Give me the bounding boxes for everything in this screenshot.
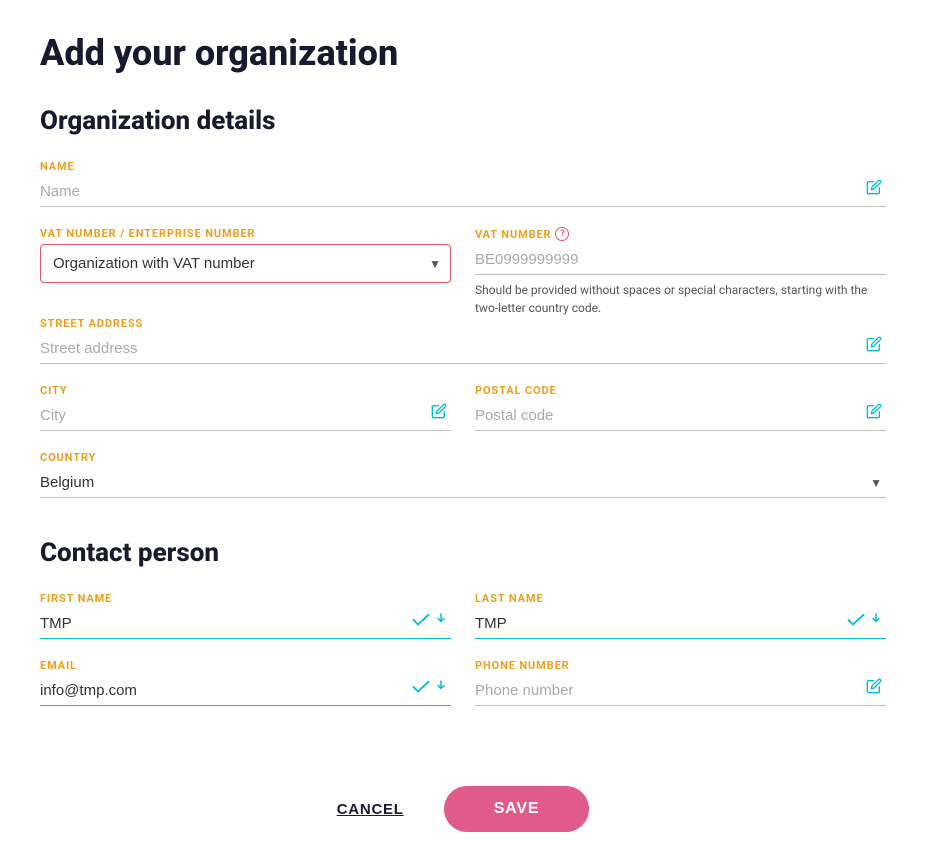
name-field-wrapper: NAME xyxy=(40,160,886,207)
org-details-section: Organization details NAME VAT NUMBER / E… xyxy=(40,106,886,498)
vat-row: VAT NUMBER / ENTERPRISE NUMBER Organizat… xyxy=(40,227,886,317)
page-title: Add your organization xyxy=(40,32,886,74)
org-details-heading: Organization details xyxy=(40,106,886,136)
save-button[interactable]: SAVE xyxy=(444,786,590,832)
vat-enterprise-label: VAT NUMBER / ENTERPRISE NUMBER xyxy=(40,227,451,240)
cancel-button[interactable]: CANCEL xyxy=(337,801,404,818)
email-input[interactable] xyxy=(40,676,451,706)
name-edit-icon xyxy=(866,179,882,199)
vat-number-input[interactable] xyxy=(475,245,886,275)
vat-enterprise-field: VAT NUMBER / ENTERPRISE NUMBER Organizat… xyxy=(40,227,451,317)
city-input[interactable] xyxy=(40,401,451,431)
street-address-label: STREET ADDRESS xyxy=(40,317,886,330)
city-edit-icon xyxy=(431,403,447,423)
name-input[interactable] xyxy=(40,177,886,207)
postal-code-field-wrapper: POSTAL CODE xyxy=(475,384,886,431)
last-name-field-wrapper: LAST NAME xyxy=(475,592,886,639)
name-label: NAME xyxy=(40,160,886,173)
vat-number-label: VAT NUMBER xyxy=(475,228,551,241)
vat-number-hint: Should be provided without spaces or spe… xyxy=(475,281,886,317)
first-name-field-wrapper: FIRST NAME xyxy=(40,592,451,639)
country-select-wrapper: Belgium Netherlands France Germany Luxem… xyxy=(40,468,886,498)
phone-label: PHONE NUMBER xyxy=(475,659,886,672)
city-field-wrapper: CITY xyxy=(40,384,451,431)
phone-input[interactable] xyxy=(475,676,886,706)
email-label: EMAIL xyxy=(40,659,451,672)
phone-edit-icon xyxy=(866,678,882,698)
vat-dropdown-wrapper: Organization with VAT number Organizatio… xyxy=(40,244,451,283)
email-check-icon xyxy=(412,680,447,698)
street-address-field-wrapper: STREET ADDRESS xyxy=(40,317,886,364)
first-name-label: FIRST NAME xyxy=(40,592,451,605)
country-select[interactable]: Belgium Netherlands France Germany Luxem… xyxy=(40,468,886,498)
vat-number-field: VAT NUMBER ? Should be provided without … xyxy=(475,227,886,317)
city-postal-row: CITY POSTAL CODE xyxy=(40,384,886,451)
postal-edit-icon xyxy=(866,403,882,423)
postal-code-input[interactable] xyxy=(475,401,886,431)
contact-person-heading: Contact person xyxy=(40,538,886,568)
country-field-wrapper: COUNTRY Belgium Netherlands France Germa… xyxy=(40,451,886,498)
country-label: COUNTRY xyxy=(40,451,886,464)
street-address-input[interactable] xyxy=(40,334,886,364)
contact-row: EMAIL PHONE NUMBER xyxy=(40,659,886,726)
phone-field-wrapper: PHONE NUMBER xyxy=(475,659,886,706)
vat-number-label-row: VAT NUMBER ? xyxy=(475,227,886,241)
bottom-actions: CANCEL SAVE xyxy=(40,766,886,832)
email-field-wrapper: EMAIL xyxy=(40,659,451,706)
name-row: FIRST NAME LAST NAME xyxy=(40,592,886,659)
last-name-input[interactable] xyxy=(475,609,886,639)
first-name-check-icon xyxy=(412,613,447,631)
street-edit-icon xyxy=(866,336,882,356)
postal-code-label: POSTAL CODE xyxy=(475,384,886,397)
last-name-label: LAST NAME xyxy=(475,592,886,605)
city-label: CITY xyxy=(40,384,451,397)
vat-number-help-icon[interactable]: ? xyxy=(555,227,569,241)
contact-person-section: Contact person FIRST NAME LAST NAME xyxy=(40,538,886,726)
vat-enterprise-select[interactable]: Organization with VAT number Organizatio… xyxy=(40,244,451,283)
first-name-input[interactable] xyxy=(40,609,451,639)
last-name-check-icon xyxy=(847,613,882,631)
